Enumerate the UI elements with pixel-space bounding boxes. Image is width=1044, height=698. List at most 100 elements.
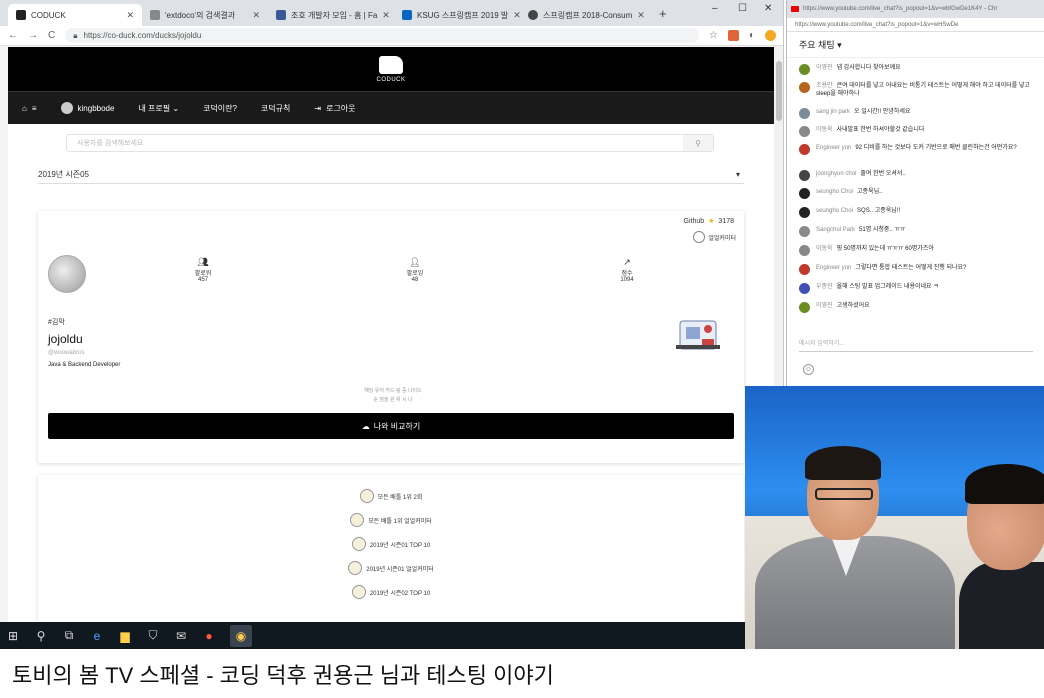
tab-facebook[interactable]: 조호 개발자 모임 - 홈 | Fa ✕ [268, 4, 394, 26]
reload-button[interactable]: C [48, 30, 55, 41]
task-view-icon[interactable]: ⧉ [62, 628, 76, 643]
search-icon[interactable]: ⚲ [34, 629, 48, 643]
app-icon[interactable]: ● [202, 629, 216, 643]
chat-author: 이동욱 [816, 246, 833, 252]
avatar [799, 108, 810, 119]
new-tab-button[interactable]: + [659, 6, 667, 21]
chat-author: seungho Choi [816, 189, 854, 195]
live-chat-window: https://www.youtube.com/live_chat?is_pop… [786, 0, 1044, 386]
chat-message-input[interactable]: 메시지 입력하기... [799, 338, 1033, 352]
avatar [799, 144, 810, 155]
minimize-button[interactable]: – [712, 3, 718, 14]
star-icon: ★ [708, 218, 715, 225]
close-icon[interactable]: ✕ [252, 10, 260, 21]
award-item: 2019년 시즌01 얼얼커미터 [38, 561, 744, 575]
chat-message: seungho Choi SQS.. 고종욱님!! [799, 207, 1044, 218]
chat-author: 우종진 [816, 284, 833, 290]
nav-logout[interactable]: ⇥ 로그아웃 [314, 103, 355, 114]
tab-coduck[interactable]: CODUCK ✕ [8, 4, 142, 26]
windows-start-icon[interactable]: ⊞ [6, 629, 20, 643]
close-icon[interactable]: ✕ [637, 10, 645, 21]
url-field[interactable]: 🔒︎ https://co-duck.com/ducks/jojoldu [65, 28, 699, 43]
chat-message: sang jin park 오 일시간!! 안녕하세요 [799, 108, 1044, 119]
back-button[interactable]: ← [8, 30, 18, 41]
profile-icon[interactable]: ◐ [749, 30, 755, 41]
nav-home[interactable]: ⌂ ≡ [22, 104, 37, 113]
github-label: Github [683, 217, 705, 225]
chat-text: SQS.. 고종욱님!! [857, 208, 901, 214]
search-icon[interactable]: ⚲ [683, 135, 713, 151]
user-search-input[interactable]: 사용자를 검색해보세요 ⚲ [66, 134, 714, 152]
tab-label: KSUG 스프링캠프 2019 발 [417, 10, 509, 20]
awards-card: 모든 배틀 1위 2회 모든 배틀 1위 얼얼커미터 2019년 시즌01 TO… [38, 475, 744, 622]
maximize-button[interactable]: ☐ [738, 3, 747, 14]
chat-url-bar[interactable]: https://www.youtube.com/live_chat?is_pop… [787, 18, 1044, 32]
award-label: 모든 배틀 1위 2회 [377, 494, 423, 501]
award-label: 2019년 시즌01 얼얼커미터 [366, 566, 434, 573]
chat-text: 고종욱님.. [857, 189, 883, 195]
avatar [60, 102, 73, 114]
duck-icon: ☁ [361, 421, 370, 431]
tab-label: 조호 개발자 모임 - 홈 | Fa [291, 10, 378, 20]
chat-message: 이동욱 핑 50명까지 있는데 ㅠㅠㅠ 60명가즈아 [799, 245, 1044, 256]
extension-icon[interactable] [727, 30, 739, 41]
nav-rules[interactable]: 코덕규칙 [261, 103, 290, 114]
presenter-body [755, 536, 955, 649]
chat-window-title-text: https://www.youtube.com/live_chat?is_pop… [803, 6, 998, 12]
guest-body [959, 562, 1044, 649]
compare-button-label: 나와 비교하기 [373, 421, 421, 431]
search-favicon-icon [150, 10, 160, 20]
nav-about[interactable]: 코덕이란? [203, 103, 237, 114]
profile-username: jojoldu [48, 332, 83, 346]
close-icon[interactable]: ✕ [126, 10, 134, 21]
tab-search-results[interactable]: 'extdoco'의 검색결과 ✕ [142, 4, 268, 26]
search-placeholder: 사용자를 검색해보세요 [77, 140, 144, 147]
compare-button[interactable]: ☁ 나와 비교하기 [48, 413, 734, 439]
chat-text: 그렇다면 통합 테스트는 어떻게 진행 되나요? [855, 265, 967, 271]
tab-label: CODUCK [31, 10, 66, 20]
nav-user[interactable]: kingbbode [60, 102, 114, 114]
chat-message: Sangchul Park 51명 시청중.. ㅠㅠ [799, 226, 1044, 237]
committer-badge: 얼얼커미터 [693, 231, 736, 243]
stat-score: ↗ 점수 1094 [602, 257, 652, 283]
stat-followers[interactable]: 👥︎ 팔로워 457 [178, 257, 228, 283]
logout-icon: ⇥ [314, 103, 322, 113]
avatar [799, 226, 810, 237]
edge-icon[interactable]: e [90, 629, 104, 643]
chrome-taskbar-button[interactable]: ◉ [230, 624, 252, 647]
store-icon[interactable]: ⛉ [146, 628, 160, 643]
award-label: 모든 배틀 1위 얼얼커미터 [368, 518, 432, 525]
chat-mode-select[interactable]: 주요 채팅 ▾ [787, 32, 1044, 58]
tab-strip: CODUCK ✕ 'extdoco'의 검색결과 ✕ 조호 개발자 모임 - 홈… [0, 0, 783, 26]
coduck-logo-icon[interactable] [379, 55, 403, 74]
trend-icon: ↗ [623, 257, 631, 267]
avatar [799, 264, 810, 275]
tab-springcamp[interactable]: 스프링캠프 2018-Consum ✕ [520, 4, 650, 26]
stat-following[interactable]: 👤︎ 팔로잉 48 [390, 257, 440, 283]
mail-icon[interactable]: ✉ [174, 629, 188, 643]
file-explorer-icon[interactable]: ▆ [118, 629, 132, 643]
award-label: 2019년 시즌01 TOP 10 [369, 542, 431, 549]
chat-author: 이동욱 [816, 127, 833, 133]
logo-text: CODUCK [376, 76, 406, 83]
emoji-icon[interactable]: ☺ [803, 364, 814, 375]
nav-my-profile[interactable]: 내 프로필 ⌄ [138, 103, 179, 114]
chat-author: Engineer yun [816, 145, 852, 151]
scrollbar-thumb[interactable] [776, 61, 782, 121]
medal-icon [350, 513, 365, 527]
chrome-icon: ◉ [235, 628, 247, 643]
close-icon[interactable]: ✕ [382, 10, 390, 21]
season-select[interactable]: 2019년 시즌05 ▾ [38, 166, 744, 184]
bookmark-star-icon[interactable]: ☆ [709, 30, 718, 41]
close-icon[interactable]: ✕ [513, 10, 520, 21]
compare-hint: 해당 유저 카드 링 중 나이드 순 점을 원 위 시 나 [338, 387, 448, 405]
guest-hair [965, 464, 1044, 504]
tab-ksug[interactable]: KSUG 스프링캠프 2019 발 ✕ [394, 4, 520, 26]
chat-text: 넵 감사합니다 찾아보께요 [836, 65, 901, 71]
medal-icon [351, 585, 366, 599]
chat-author: 조용만 [816, 83, 833, 89]
update-icon[interactable] [765, 30, 776, 41]
window-close-button[interactable]: ✕ [764, 3, 772, 14]
forward-button[interactable]: → [28, 30, 38, 41]
avatar [799, 302, 810, 313]
